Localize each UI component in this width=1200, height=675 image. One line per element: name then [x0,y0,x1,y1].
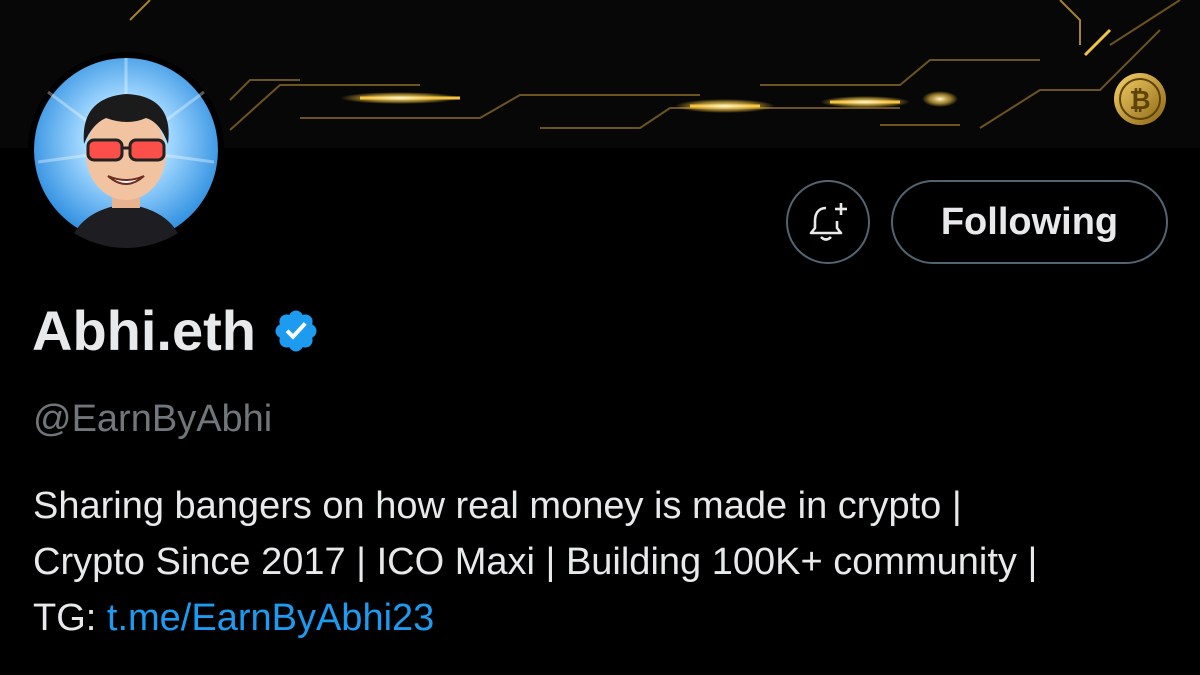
profile-handle: @EarnByAbhi [33,398,273,440]
display-name: Abhi.eth [32,299,256,362]
bio-line-2: Crypto Since 2017 | ICO Maxi | Building … [33,541,1038,583]
verified-badge-icon[interactable] [272,307,320,355]
profile-bio: Sharing bangers on how real money is mad… [33,478,1193,646]
bio-line-1: Sharing bangers on how real money is mad… [33,485,962,527]
profile-name-row: Abhi.eth [32,298,320,363]
notify-button[interactable] [786,180,870,264]
bio-link-prefix: TG: [33,597,107,639]
avatar-illustration [34,58,218,248]
bio-telegram-link[interactable]: t.me/EarnByAbhi23 [107,597,434,639]
bio-line-3: TG: t.me/EarnByAbhi23 [33,590,1193,646]
bitcoin-coin-icon: ₿ [1114,73,1166,125]
svg-text:₿: ₿ [1129,86,1150,116]
bell-plus-icon [809,203,847,241]
profile-avatar[interactable] [28,52,224,248]
following-button[interactable]: Following [891,180,1168,264]
